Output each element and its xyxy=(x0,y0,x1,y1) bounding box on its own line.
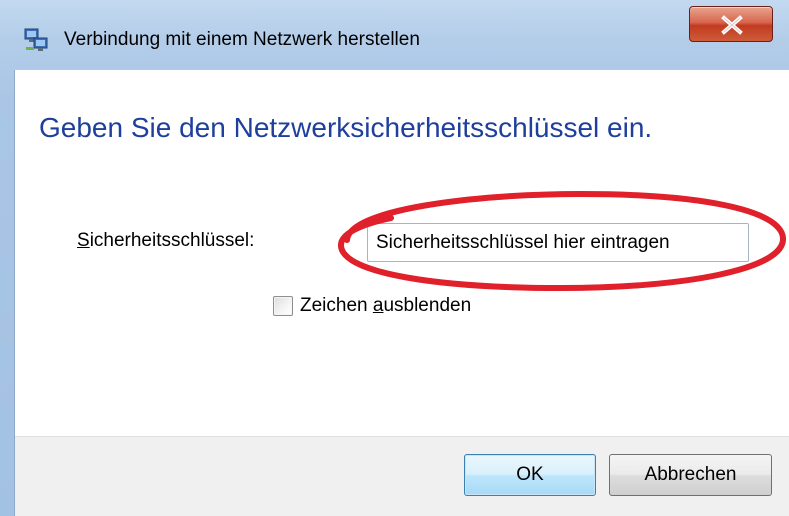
dialog-window: Verbindung mit einem Netzwerk herstellen… xyxy=(0,0,789,516)
hide-characters-rest: usblenden xyxy=(383,295,472,316)
window-title: Verbindung mit einem Netzwerk herstellen xyxy=(64,29,420,50)
close-icon xyxy=(721,15,743,35)
title-bar[interactable]: Verbindung mit einem Netzwerk herstellen xyxy=(0,0,789,70)
security-key-label-text: icherheitsschlüssel: xyxy=(89,230,255,251)
page-heading: Geben Sie den Netzwerksicherheitsschlüss… xyxy=(39,112,653,143)
network-connect-icon xyxy=(24,27,48,53)
security-key-label-accesskey: S xyxy=(77,230,90,251)
hide-characters-prefix: Zeichen xyxy=(300,295,373,316)
close-button[interactable] xyxy=(689,6,773,42)
ok-button[interactable]: OK xyxy=(464,454,596,496)
hide-characters-checkbox[interactable] xyxy=(273,296,293,316)
security-key-label: Sicherheitsschlüssel: xyxy=(77,230,254,252)
hide-characters-option[interactable]: Zeichen ausblenden xyxy=(273,294,471,318)
dialog-client-area: Geben Sie den Netzwerksicherheitsschlüss… xyxy=(14,70,789,516)
cancel-button[interactable]: Abbrechen xyxy=(609,454,772,496)
security-key-input[interactable] xyxy=(367,223,749,262)
hide-characters-accesskey: a xyxy=(372,295,384,316)
hide-characters-label: Zeichen ausblenden xyxy=(300,295,471,317)
button-bar: OK Abbrechen xyxy=(15,436,789,516)
